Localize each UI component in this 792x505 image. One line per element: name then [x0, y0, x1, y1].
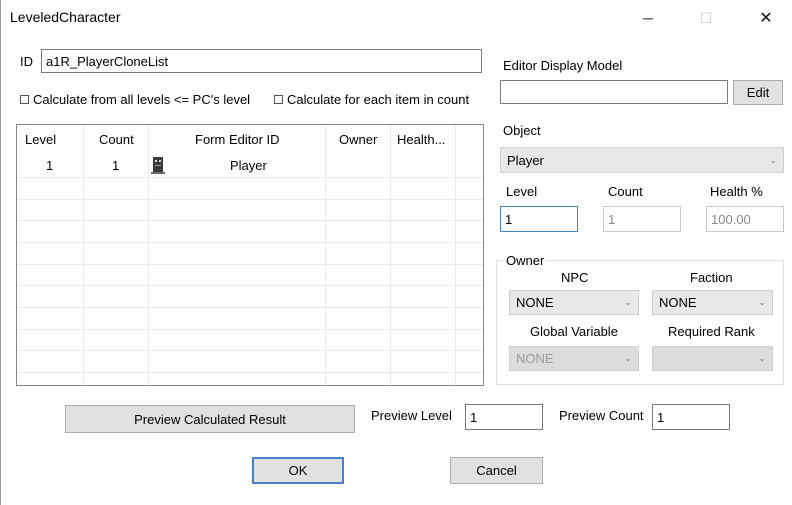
- maximize-button[interactable]: ☐: [686, 4, 726, 32]
- column-header-count[interactable]: Count: [99, 132, 134, 147]
- preview-count-label: Preview Count: [559, 408, 644, 423]
- faction-label: Faction: [690, 270, 733, 285]
- chevron-down-icon: ⌄: [758, 297, 766, 307]
- close-icon: ✕: [759, 10, 773, 27]
- required-rank-label: Required Rank: [668, 324, 755, 339]
- npc-label: NPC: [561, 270, 589, 285]
- npc-icon: [151, 156, 165, 174]
- row-divider: [17, 307, 483, 308]
- calc-each-item-checkbox[interactable]: [274, 95, 283, 104]
- faction-dropdown[interactable]: NONE ⌄: [652, 290, 773, 315]
- row-divider: [17, 285, 483, 286]
- health-input[interactable]: 100.00: [706, 206, 784, 232]
- global-variable-label: Global Variable: [530, 324, 618, 339]
- ok-button[interactable]: OK: [252, 457, 344, 484]
- maximize-icon: ☐: [699, 9, 713, 26]
- column-header-owner[interactable]: Owner: [339, 132, 377, 147]
- chevron-down-icon: ⌄: [758, 353, 766, 363]
- required-rank-dropdown[interactable]: ⌄: [652, 346, 773, 371]
- row-divider: [17, 220, 483, 221]
- row-divider: [17, 242, 483, 243]
- npc-dropdown[interactable]: NONE ⌄: [509, 290, 639, 315]
- window-frame-left: [0, 0, 1, 505]
- preview-level-input[interactable]: 1: [465, 404, 543, 430]
- level-input[interactable]: 1: [500, 206, 578, 232]
- window-title: LeveledCharacter: [10, 9, 121, 25]
- preview-count-input[interactable]: 1: [652, 404, 730, 430]
- owner-group-label: Owner: [504, 253, 547, 268]
- faction-selected-value: NONE: [659, 295, 697, 310]
- leveled-list[interactable]: Level Count Form Editor ID Owner Health.…: [16, 124, 484, 386]
- count-input[interactable]: 1: [603, 206, 681, 232]
- minimize-button[interactable]: ─: [628, 4, 668, 32]
- column-header-form-editor-id[interactable]: Form Editor ID: [195, 132, 280, 147]
- row-count: 1: [112, 158, 120, 173]
- row-divider: [17, 329, 483, 330]
- editor-display-model-label: Editor Display Model: [503, 58, 623, 73]
- row-level: 1: [46, 158, 54, 173]
- calc-each-item-option[interactable]: Calculate for each item in count: [274, 92, 469, 107]
- close-button[interactable]: ✕: [746, 4, 786, 32]
- row-form-editor-id: Player: [230, 158, 267, 173]
- object-dropdown[interactable]: Player ⌄: [500, 147, 784, 173]
- calc-all-levels-label: Calculate from all levels <= PC's level: [33, 92, 251, 107]
- row-divider: [17, 177, 483, 178]
- global-variable-dropdown[interactable]: NONE ⌄: [509, 346, 639, 371]
- id-input[interactable]: a1R_PlayerCloneList: [41, 49, 482, 73]
- cancel-button[interactable]: Cancel: [450, 457, 543, 484]
- chevron-down-icon: ⌄: [624, 297, 632, 307]
- global-variable-selected-value: NONE: [516, 351, 554, 366]
- row-divider: [17, 264, 483, 265]
- row-divider: [17, 199, 483, 200]
- level-label: Level: [506, 184, 538, 199]
- column-header-health[interactable]: Health...: [397, 132, 445, 147]
- column-header-level[interactable]: Level: [25, 132, 56, 147]
- preview-calculated-result-button[interactable]: Preview Calculated Result: [65, 405, 355, 433]
- calc-all-levels-option[interactable]: Calculate from all levels <= PC's level: [20, 92, 250, 107]
- row-divider: [17, 372, 483, 373]
- minimize-icon: ─: [643, 10, 653, 26]
- object-label: Object: [503, 123, 541, 138]
- row-divider: [17, 350, 483, 351]
- object-selected-value: Player: [507, 152, 544, 168]
- chevron-down-icon: ⌄: [624, 353, 632, 363]
- health-label: Health %: [710, 184, 763, 199]
- chevron-down-icon: ⌄: [769, 154, 777, 165]
- calc-each-item-label: Calculate for each item in count: [287, 92, 470, 107]
- preview-level-label: Preview Level: [371, 408, 452, 423]
- calc-all-levels-checkbox[interactable]: [20, 95, 29, 104]
- table-row[interactable]: 1 1 Player: [17, 153, 483, 177]
- editor-display-model-input[interactable]: [500, 80, 728, 104]
- npc-selected-value: NONE: [516, 295, 554, 310]
- edit-button[interactable]: Edit: [733, 80, 783, 105]
- count-label: Count: [608, 184, 643, 199]
- id-label: ID: [20, 54, 33, 69]
